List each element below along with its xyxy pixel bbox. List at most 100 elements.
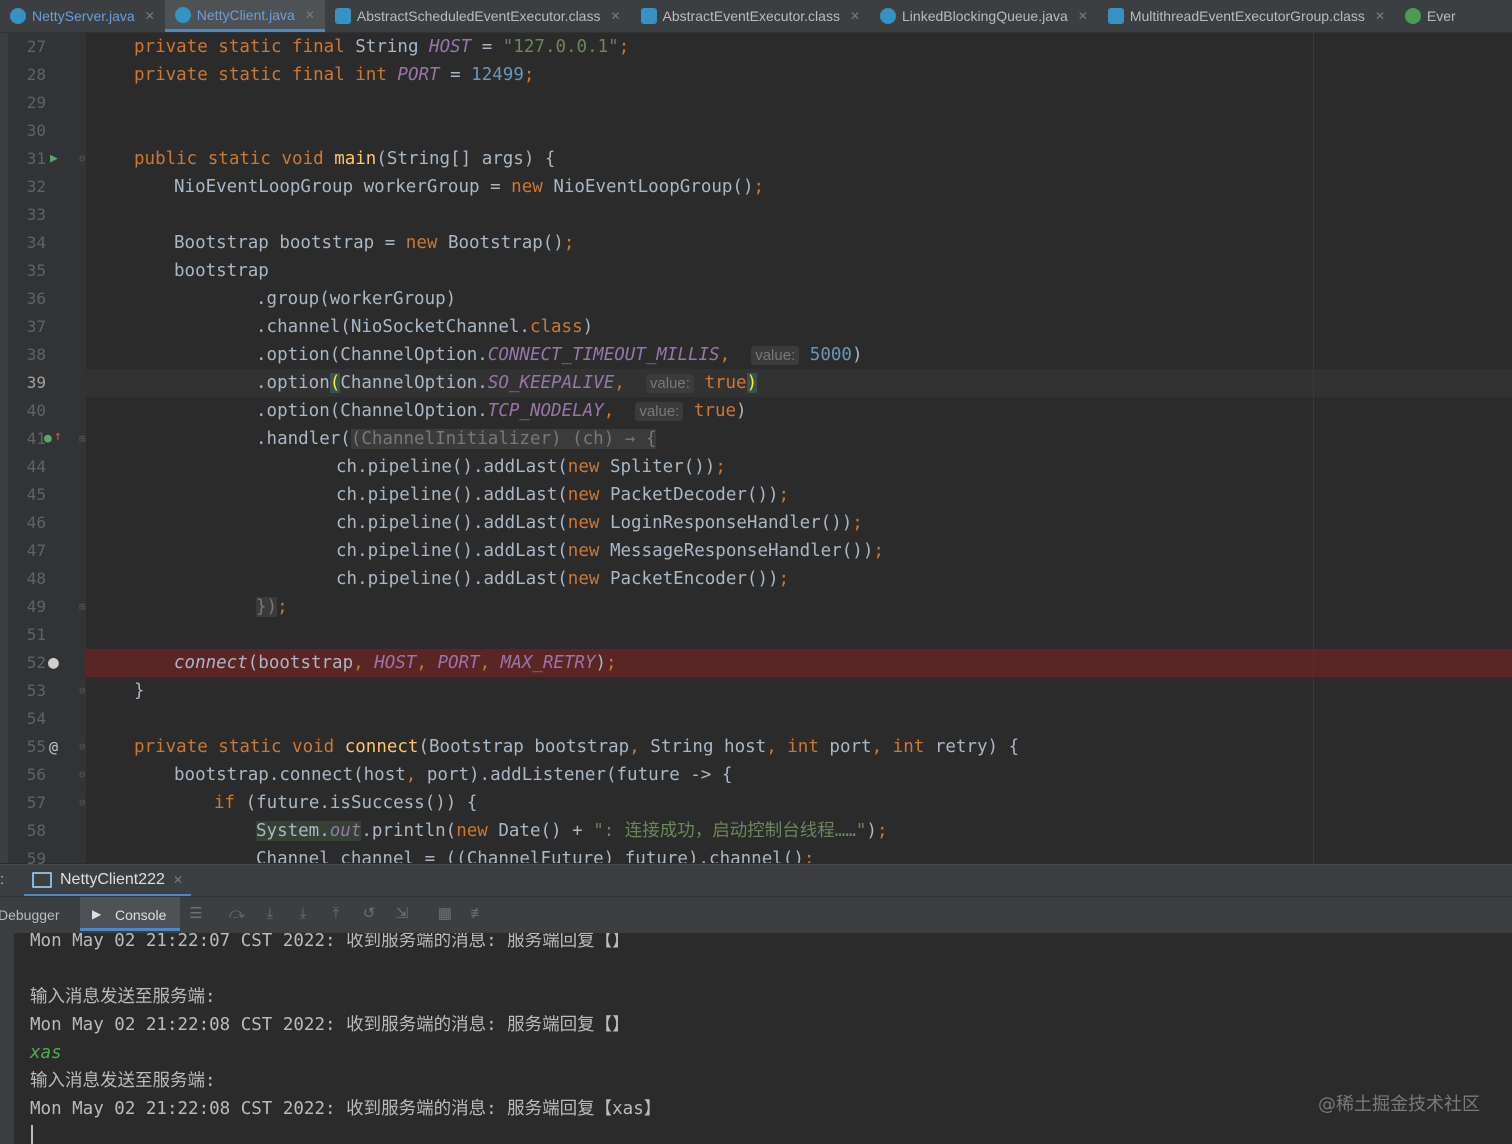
line-number: 46 xyxy=(26,513,46,532)
arrow-up-icon[interactable]: ↑ xyxy=(54,423,62,451)
console-tab-label: Console xyxy=(115,907,167,923)
fold-icon[interactable]: ⊖ xyxy=(79,789,86,817)
console-input-line: xas xyxy=(30,1043,62,1063)
run-config-tab[interactable]: NettyClient222 ✕ xyxy=(24,865,192,897)
code-line: if (future.isSuccess()) { xyxy=(214,793,478,813)
implementation-icon[interactable]: ● xyxy=(44,425,52,453)
line-number: 32 xyxy=(26,177,46,196)
close-icon[interactable]: ✕ xyxy=(305,8,315,22)
fold-icon[interactable]: ⊖ xyxy=(79,733,86,761)
code-line: bootstrap.connect(host, port).addListene… xyxy=(174,765,733,785)
console-side-toolbar xyxy=(0,933,14,1144)
parameter-hint: value: xyxy=(751,346,800,365)
force-step-into-icon[interactable]: ⤓ xyxy=(294,905,312,923)
line-number-current: 39 xyxy=(26,373,46,392)
fold-icon[interactable]: ⊖ xyxy=(79,761,86,789)
code-line: }); xyxy=(256,597,288,617)
console-line: 输入消息发送至服务端: xyxy=(30,987,216,1007)
line-number: 55 xyxy=(26,737,46,756)
editor-tab-bar: NettyServer.java ✕ NettyClient.java ✕ Ab… xyxy=(0,0,1512,33)
tab-abstracteventexecutor[interactable]: AbstractEventExecutor.class ✕ xyxy=(631,0,870,32)
code-line: .channel(NioSocketChannel.class) xyxy=(256,317,594,337)
line-number: 36 xyxy=(26,289,46,308)
line-number: 28 xyxy=(26,65,46,84)
line-number: 48 xyxy=(26,569,46,588)
code-line: ch.pipeline().addLast(new PacketDecoder(… xyxy=(336,485,790,505)
console-line: Mon May 02 21:22:08 CST 2022: 收到服务端的消息: … xyxy=(30,1099,662,1119)
annotation-icon[interactable]: @ xyxy=(49,733,58,761)
tab-nettyserver[interactable]: NettyServer.java ✕ xyxy=(0,0,165,32)
tab-nettyclient[interactable]: NettyClient.java ✕ xyxy=(164,0,325,32)
fold-icon[interactable]: ⊞ xyxy=(79,593,86,621)
run-to-cursor-icon[interactable]: ⇲ xyxy=(393,905,411,923)
line-number: 29 xyxy=(26,93,46,112)
line-number: 54 xyxy=(26,709,46,728)
line-number: 35 xyxy=(26,261,46,280)
tab-label: AbstractScheduledEventExecutor.class xyxy=(356,8,601,24)
line-number: 37 xyxy=(26,317,46,336)
console-output[interactable]: Mon May 02 21:22:07 CST 2022: 收到服务端的消息: … xyxy=(16,933,1512,1144)
code-line: ch.pipeline().addLast(new LoginResponseH… xyxy=(336,513,863,533)
tab-ever[interactable]: Ever xyxy=(1395,0,1466,32)
run-icon[interactable]: ▶ xyxy=(50,145,58,173)
tab-label: AbstractEventExecutor.class xyxy=(662,8,840,24)
code-line: bootstrap xyxy=(174,261,269,281)
line-number: 56 xyxy=(26,765,46,784)
close-icon[interactable]: ✕ xyxy=(1078,9,1088,23)
tool-window-strip xyxy=(0,33,8,863)
breakpoint-icon[interactable]: ● xyxy=(48,649,59,677)
right-margin-guide xyxy=(1313,33,1314,863)
code-line: ch.pipeline().addLast(new PacketEncoder(… xyxy=(336,569,790,589)
run-config-icon xyxy=(32,871,52,888)
step-over-icon[interactable]: ⤼ xyxy=(228,905,246,923)
tab-linkedblockingqueue[interactable]: LinkedBlockingQueue.java ✕ xyxy=(870,0,1098,32)
class-file-icon xyxy=(1107,8,1124,24)
close-icon[interactable]: ✕ xyxy=(145,9,155,23)
folded-lambda[interactable]: (ChannelInitializer) (ch) → { xyxy=(350,429,657,449)
step-out-icon[interactable]: ⤒ xyxy=(327,905,345,923)
close-icon[interactable]: ✕ xyxy=(610,9,620,23)
close-icon[interactable]: ✕ xyxy=(1375,9,1385,23)
debug-run-bar: : NettyClient222 ✕ xyxy=(0,864,1512,897)
code-line: .group(workerGroup) xyxy=(256,289,457,309)
panel-colon: : xyxy=(0,871,5,888)
evaluate-icon[interactable]: ▦ xyxy=(436,905,454,923)
tab-abstractscheduledeventexecutor[interactable]: AbstractScheduledEventExecutor.class ✕ xyxy=(325,0,631,32)
line-number: 58 xyxy=(26,821,46,840)
code-editor[interactable]: private static final String HOST = "127.… xyxy=(86,33,1512,863)
trace-icon[interactable]: ≢ xyxy=(469,905,487,923)
tab-label: LinkedBlockingQueue.java xyxy=(902,8,1068,24)
code-line: public static void main(String[] args) { xyxy=(134,149,556,169)
debugger-tab[interactable]: Debugger xyxy=(0,907,60,923)
tab-label: NettyServer.java xyxy=(32,8,135,24)
console-line: Mon May 02 21:22:07 CST 2022: 收到服务端的消息: … xyxy=(30,933,630,951)
code-line: private static void connect(Bootstrap bo… xyxy=(134,737,1020,757)
line-number: 31 xyxy=(26,149,46,168)
fold-icon[interactable]: ⊖ xyxy=(79,677,86,705)
code-line: Bootstrap bootstrap = new Bootstrap(); xyxy=(174,233,575,253)
close-icon[interactable]: ✕ xyxy=(850,9,860,23)
fold-icon[interactable]: ⊞ xyxy=(79,425,86,453)
menu-icon[interactable]: ☰ xyxy=(187,905,205,923)
code-line: ch.pipeline().addLast(new Spliter()); xyxy=(336,457,726,477)
class-icon xyxy=(10,8,26,24)
parameter-hint: value: xyxy=(635,402,684,421)
parameter-hint: value: xyxy=(645,374,694,393)
text-cursor xyxy=(31,1125,33,1144)
code-line: } xyxy=(134,681,145,701)
fold-icon[interactable]: ⊖ xyxy=(79,145,86,173)
code-line: private static final String HOST = "127.… xyxy=(134,37,630,57)
line-number: 51 xyxy=(26,625,46,644)
step-into-icon[interactable]: ⤓ xyxy=(261,905,279,923)
line-number: 40 xyxy=(26,401,46,420)
drop-frame-icon[interactable]: ↺ xyxy=(360,905,378,923)
close-icon[interactable]: ✕ xyxy=(173,873,183,887)
code-line: .handler((ChannelInitializer) (ch) → { xyxy=(256,429,657,449)
watermark: @稀土掘金技术社区 xyxy=(1318,1094,1480,1115)
console-tab[interactable]: ▶ Console xyxy=(80,897,180,931)
console-line: Mon May 02 21:22:08 CST 2022: 收到服务端的消息: … xyxy=(30,1015,630,1035)
code-line-current: .option(ChannelOption.SO_KEEPALIVE, valu… xyxy=(86,369,1512,397)
tab-label: NettyClient.java xyxy=(196,6,295,23)
line-number: 33 xyxy=(26,205,46,224)
tab-multithreadeventexecutorgroup[interactable]: MultithreadEventExecutorGroup.class ✕ xyxy=(1098,0,1395,32)
